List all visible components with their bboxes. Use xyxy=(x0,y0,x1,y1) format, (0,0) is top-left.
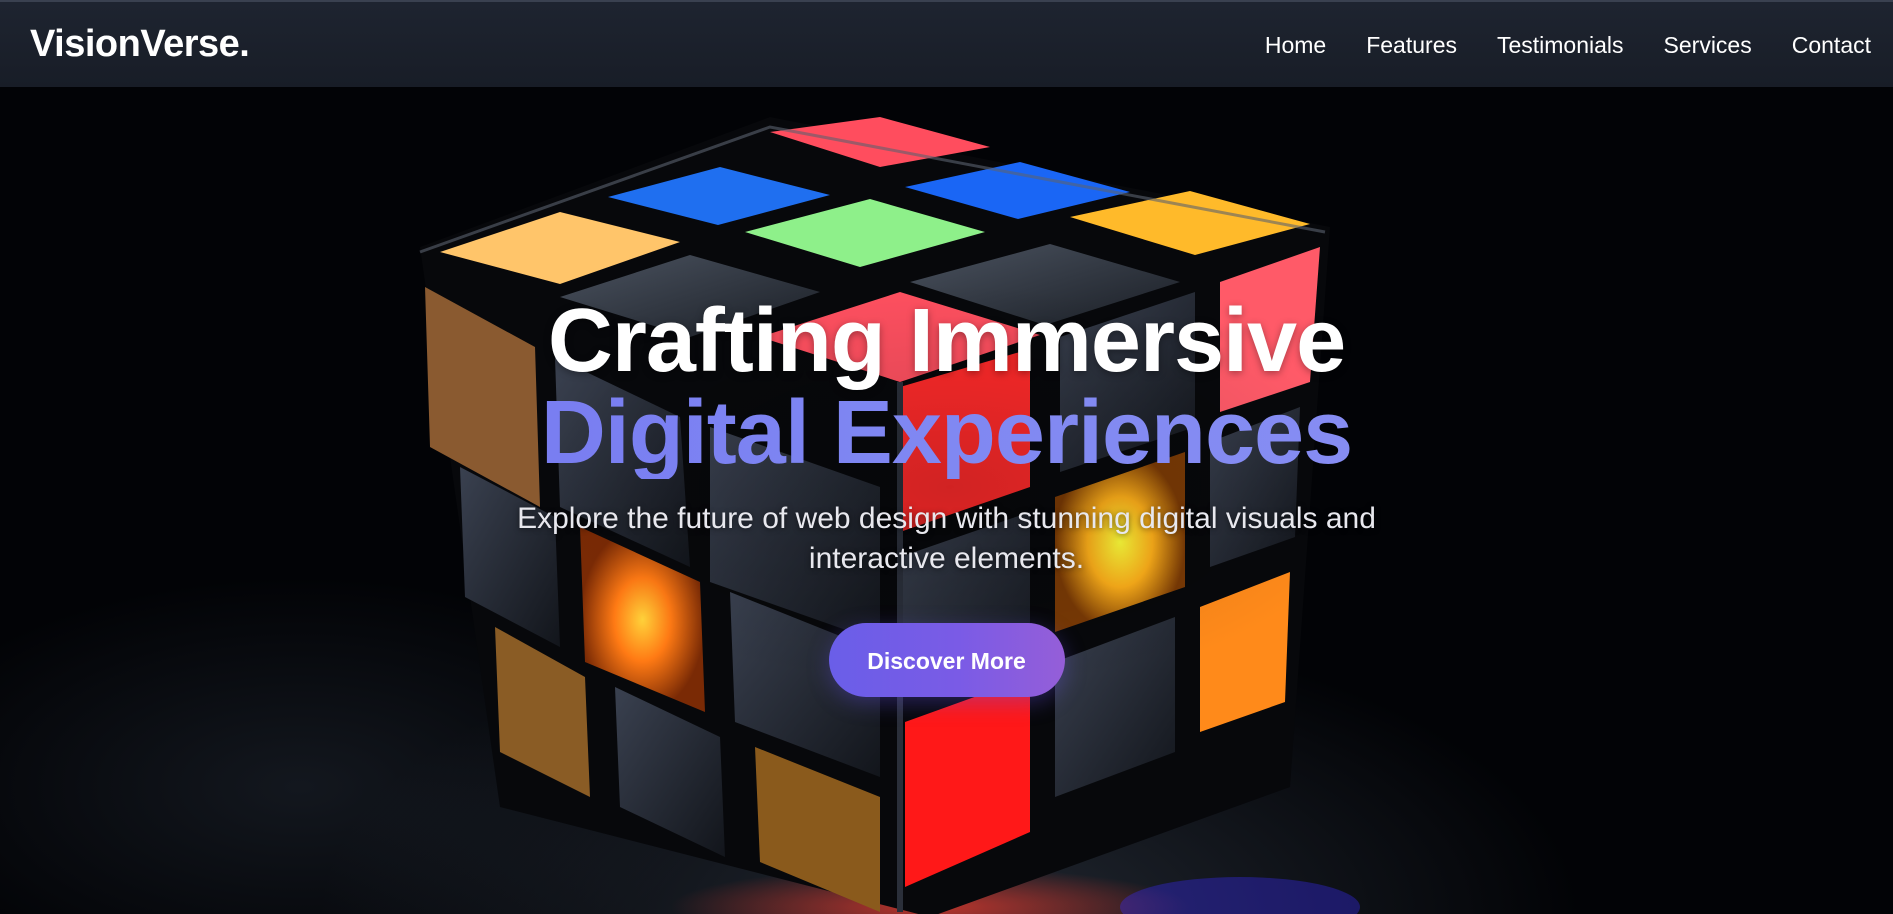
nav-link-home[interactable]: Home xyxy=(1265,30,1326,60)
nav-link-features[interactable]: Features xyxy=(1366,30,1457,60)
hero-section: Crafting Immersive Digital Experiences E… xyxy=(0,87,1893,914)
main-nav: Home Features Testimonials Services Cont… xyxy=(1225,30,1871,60)
brand-logo[interactable]: VisionVerse. xyxy=(30,22,250,66)
hero-title-line-1: Crafting Immersive xyxy=(547,291,1346,391)
hero-content: Crafting Immersive Digital Experiences E… xyxy=(0,295,1893,697)
nav-link-services[interactable]: Services xyxy=(1664,30,1752,60)
site-header: VisionVerse. Home Features Testimonials … xyxy=(0,0,1893,87)
landing-page: VisionVerse. Home Features Testimonials … xyxy=(0,0,1893,914)
nav-link-testimonials[interactable]: Testimonials xyxy=(1497,30,1624,60)
nav-link-contact[interactable]: Contact xyxy=(1792,30,1871,60)
hero-title-line-2: Digital Experiences xyxy=(0,387,1893,479)
hero-subtitle: Explore the future of web design with st… xyxy=(517,502,1376,575)
discover-more-button[interactable]: Discover More xyxy=(828,623,1065,697)
